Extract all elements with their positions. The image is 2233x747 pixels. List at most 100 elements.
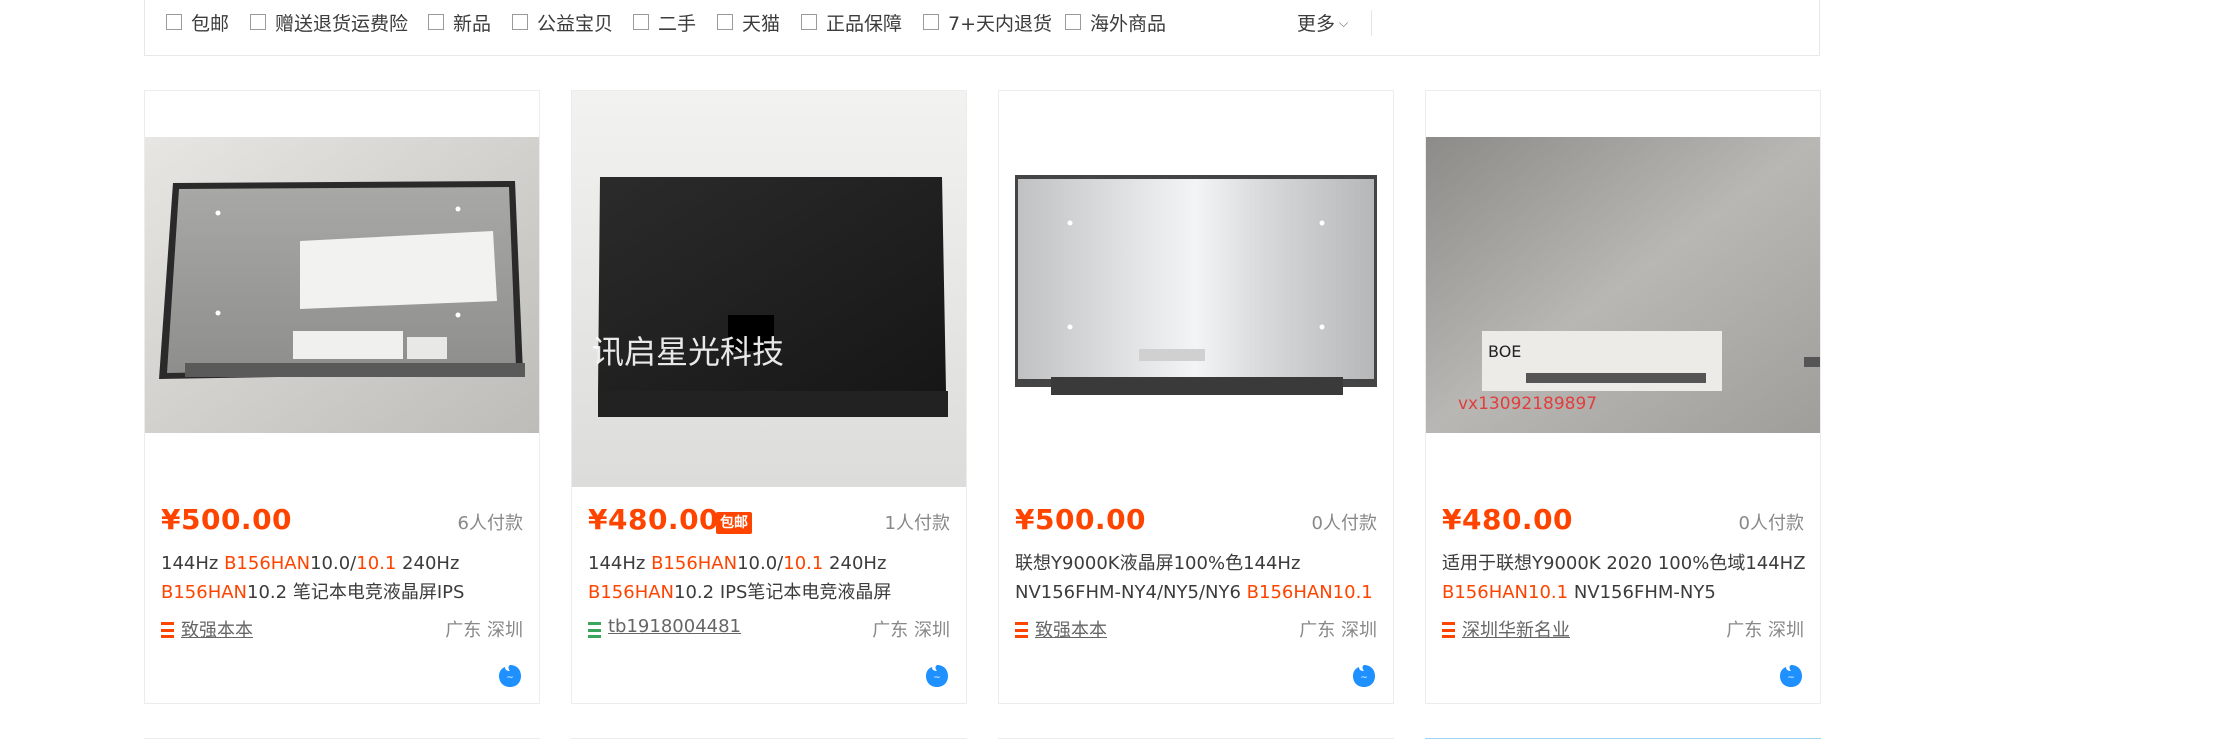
filter-label: 7+天内退货: [948, 12, 1053, 35]
product-card[interactable]: ¥500.00 6人付款 144Hz B156HAN10.0/10.1 240H…: [144, 90, 540, 704]
filter-new[interactable]: 新品: [428, 8, 491, 36]
price-row: ¥500.00 6人付款: [161, 503, 523, 543]
location: 广东 深圳: [445, 620, 523, 641]
title-text: NV156FHM-NY5: [1568, 582, 1716, 603]
location: 广东 深圳: [1726, 620, 1804, 641]
filter-label: 天猫: [742, 12, 781, 35]
title-text: 10.2 IPS笔记本电竞液晶屏: [674, 582, 892, 603]
title-keyword-highlight: 10.1: [356, 553, 397, 574]
title-text: 10.2 笔记本电竞液晶屏IPS: [247, 582, 465, 603]
title-keyword-highlight: B156HAN: [161, 582, 248, 603]
sales-count: 0人付款: [1311, 513, 1377, 534]
filter-label: 二手: [658, 12, 697, 35]
shop-name-link[interactable]: tb1918004481: [608, 616, 741, 637]
filter-tmall[interactable]: 天猫: [717, 8, 780, 36]
product-title[interactable]: 适用于联想Y9000K 2020 100%色域144HZ B156HAN10.1…: [1442, 549, 1806, 607]
sales-count: 6人付款: [457, 513, 523, 534]
title-text: 240Hz: [823, 553, 887, 574]
title-keyword-highlight: B156HAN: [651, 553, 738, 574]
sales-count: 1人付款: [884, 513, 950, 534]
checkbox-icon[interactable]: [428, 14, 444, 30]
svg-text:~: ~: [933, 673, 941, 683]
shop-icon: [1015, 622, 1028, 638]
shop-icon: [588, 622, 601, 638]
filter-free-shipping[interactable]: 包邮: [166, 8, 229, 36]
watermark-text: vx13092189897: [1458, 394, 1597, 414]
title-text: 10.0/: [310, 553, 357, 574]
price: ¥500.00: [161, 503, 293, 536]
filter-return-insurance[interactable]: 赠送退货运费险: [250, 8, 408, 36]
shop-name-link[interactable]: 致强本本: [181, 616, 253, 642]
location: 广东 深圳: [872, 620, 950, 641]
wangwang-chat-icon[interactable]: ~: [1351, 663, 1377, 689]
label-text: BOE: [1488, 342, 1521, 361]
filter-charity[interactable]: 公益宝贝: [512, 8, 613, 36]
product-title[interactable]: 联想Y9000K液晶屏100%色144Hz NV156FHM-NY4/NY5/N…: [1015, 549, 1379, 607]
shop-name-link[interactable]: 深圳华新名业: [1462, 616, 1570, 642]
wangwang-chat-icon[interactable]: ~: [924, 663, 950, 689]
shop-row: 深圳华新名业 广东 深圳: [1442, 616, 1804, 644]
product-image[interactable]: BOE vx13092189897: [1426, 91, 1820, 487]
shop-name-link[interactable]: 致强本本: [1035, 616, 1107, 642]
filter-label: 赠送退货运费险: [275, 12, 409, 35]
more-filters-button[interactable]: 更多 ⌵: [1297, 8, 1348, 36]
checkbox-icon[interactable]: [166, 14, 182, 30]
checkbox-icon[interactable]: [1065, 14, 1081, 30]
watermark-text: 讯启星光科技: [592, 333, 784, 371]
product-card[interactable]: ¥500.00 0人付款 联想Y9000K液晶屏100%色144Hz NV156…: [998, 90, 1394, 704]
filter-label: 海外商品: [1090, 12, 1167, 35]
checkbox-icon[interactable]: [512, 14, 528, 30]
checkbox-icon[interactable]: [250, 14, 266, 30]
title-keyword-highlight: B156HAN: [588, 582, 675, 603]
filter-overseas[interactable]: 海外商品: [1065, 8, 1166, 36]
price-row: ¥480.00 包邮 1人付款: [588, 503, 950, 543]
product-card[interactable]: 讯启星光科技 ¥480.00 包邮 1人付款 144Hz B156HAN10.0…: [571, 90, 967, 704]
shop-row: 致强本本 广东 深圳: [1015, 616, 1377, 644]
filter-label: 新品: [453, 12, 492, 35]
next-product-card-edge: [571, 738, 967, 747]
title-text: 144Hz: [161, 553, 225, 574]
checkbox-icon[interactable]: [717, 14, 733, 30]
filter-7day-return[interactable]: 7+天内退货: [923, 8, 1052, 36]
product-image[interactable]: 讯启星光科技: [572, 91, 966, 487]
svg-text:~: ~: [506, 673, 514, 683]
filter-genuine[interactable]: 正品保障: [801, 8, 902, 36]
location: 广东 深圳: [1299, 620, 1377, 641]
filter-label: 正品保障: [826, 12, 903, 35]
product-image[interactable]: [999, 91, 1393, 487]
filter-second-hand[interactable]: 二手: [633, 8, 696, 36]
shop-row: 致强本本 广东 深圳: [161, 616, 523, 644]
chevron-down-icon: ⌵: [1339, 15, 1349, 30]
svg-text:~: ~: [1787, 673, 1795, 683]
next-product-card-edge: [144, 738, 540, 747]
more-label: 更多: [1297, 12, 1336, 35]
shop-icon: [161, 622, 174, 638]
price-row: ¥500.00 0人付款: [1015, 503, 1377, 543]
product-image[interactable]: [145, 91, 539, 487]
next-product-card-edge: [998, 738, 1394, 747]
wangwang-chat-icon[interactable]: ~: [1778, 663, 1804, 689]
title-keyword-highlight: B156HAN10.1: [1442, 582, 1569, 603]
title-text: 144Hz: [588, 553, 652, 574]
product-title[interactable]: 144Hz B156HAN10.0/10.1 240Hz B156HAN10.2…: [161, 549, 525, 607]
free-shipping-badge: 包邮: [716, 512, 752, 534]
filter-label: 公益宝贝: [537, 12, 614, 35]
title-keyword-highlight: B156HAN10.1: [1246, 582, 1373, 603]
checkbox-icon[interactable]: [923, 14, 939, 30]
divider: [1371, 10, 1372, 36]
next-product-card-edge: [1425, 738, 1821, 747]
filter-bar: 包邮 赠送退货运费险 新品 公益宝贝 二手 天猫 正品保障 7+天内退货 海外商…: [144, 0, 1820, 56]
shop-icon: [1442, 622, 1455, 638]
price: ¥500.00: [1015, 503, 1147, 536]
price-row: ¥480.00 0人付款: [1442, 503, 1804, 543]
shop-row: tb1918004481 广东 深圳: [588, 616, 950, 644]
product-title[interactable]: 144Hz B156HAN10.0/10.1 240Hz B156HAN10.2…: [588, 549, 952, 607]
sales-count: 0人付款: [1738, 513, 1804, 534]
price: ¥480.00: [1442, 503, 1574, 536]
product-card[interactable]: BOE vx13092189897 ¥480.00 0人付款 适用于联想Y900…: [1425, 90, 1821, 704]
wangwang-chat-icon[interactable]: ~: [497, 663, 523, 689]
title-text: 适用于联想Y9000K 2020 100%色域144HZ: [1442, 553, 1806, 574]
checkbox-icon[interactable]: [633, 14, 649, 30]
filter-label: 包邮: [191, 12, 230, 35]
checkbox-icon[interactable]: [801, 14, 817, 30]
